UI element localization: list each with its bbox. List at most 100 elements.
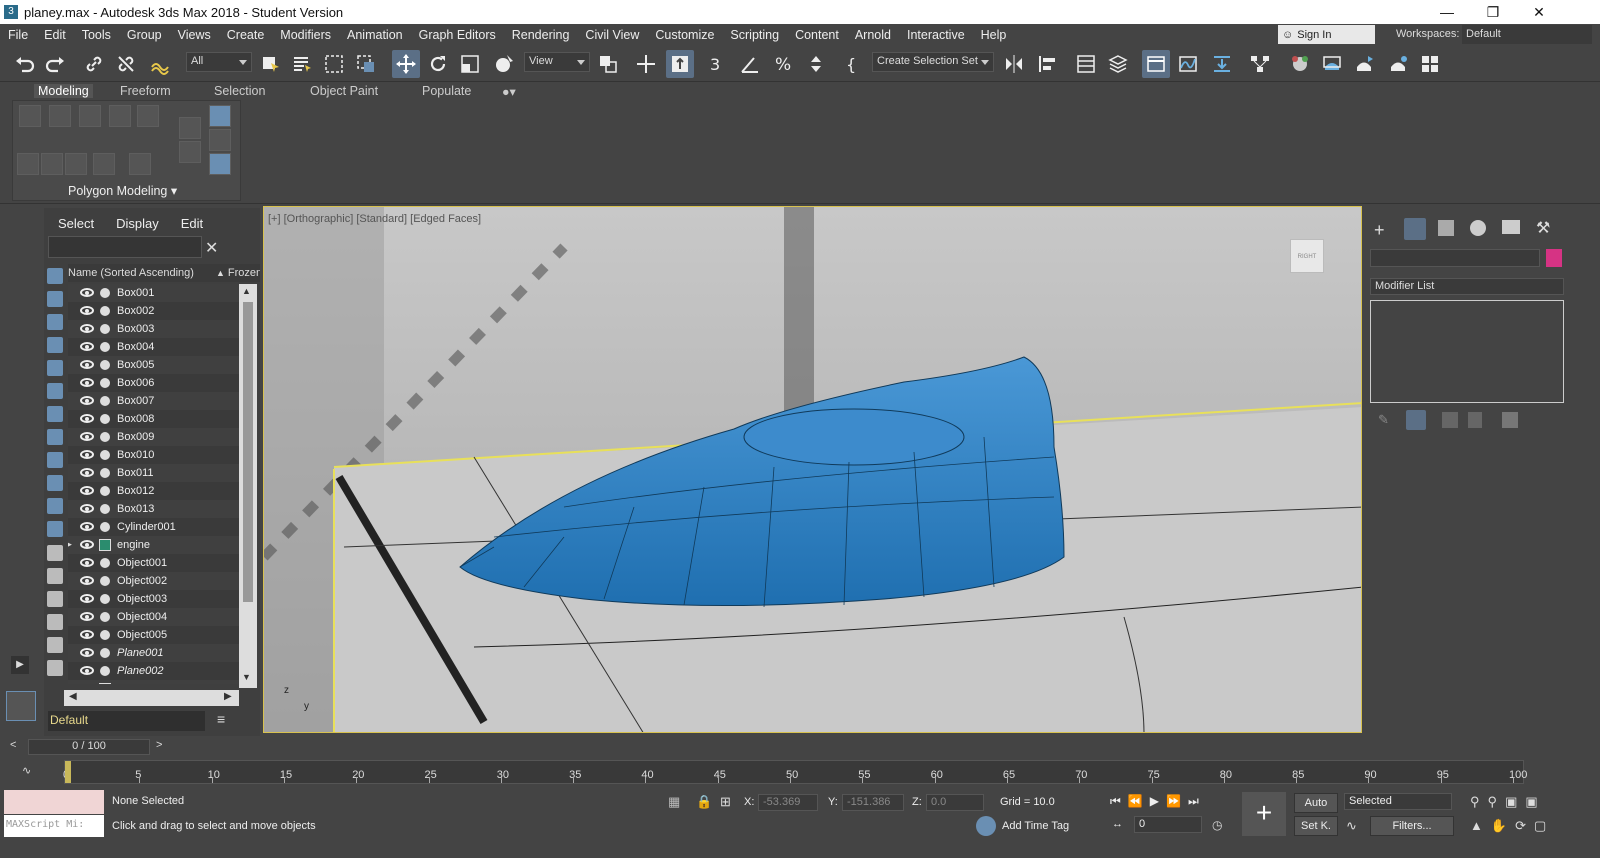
add-time-tag[interactable]: Add Time Tag [1002, 820, 1069, 832]
scroll-left-icon[interactable]: ◀ [69, 691, 77, 702]
menu-rendering[interactable]: Rendering [504, 28, 578, 42]
menu-edit[interactable]: Edit [36, 28, 74, 42]
redo-icon[interactable] [42, 50, 70, 78]
ribbon-btn-14[interactable] [209, 129, 231, 151]
current-time-marker[interactable] [65, 761, 71, 783]
ribbon-btn-8[interactable] [65, 153, 87, 175]
selection-set-dropdown[interactable]: Create Selection Set [872, 52, 994, 72]
x-coordinate-field[interactable]: -53.369 [758, 794, 818, 811]
edit-named-selection-icon[interactable]: { [840, 50, 868, 78]
menu-civil-view[interactable]: Civil View [577, 28, 647, 42]
visibility-eye-icon[interactable] [80, 288, 94, 297]
selection-filter-dropdown[interactable]: All [186, 52, 252, 72]
go-to-end-icon[interactable]: ⏭ [1188, 794, 1206, 808]
scene-list-item[interactable]: Box012 [68, 482, 239, 500]
tab-freeform[interactable]: Freeform [120, 84, 171, 98]
time-slider[interactable]: 0 / 100 [28, 739, 150, 755]
visibility-eye-icon[interactable] [80, 432, 94, 441]
visibility-eye-icon[interactable] [80, 522, 94, 531]
menu-interactive[interactable]: Interactive [899, 28, 973, 42]
render-setup-icon[interactable] [1318, 50, 1346, 78]
clear-search-icon[interactable]: ✕ [205, 238, 218, 258]
current-frame-field[interactable]: 0 [1134, 816, 1202, 833]
key-filter-dropdown[interactable]: Selected [1344, 793, 1452, 810]
name-column-header[interactable]: Name (Sorted Ascending) [68, 267, 216, 279]
play-icon[interactable]: ▶ [1150, 794, 1166, 808]
zoom-icon[interactable]: ⚲ [1470, 794, 1488, 809]
tab-object-paint[interactable]: Object Paint [310, 84, 378, 98]
zoom-all-icon[interactable]: ⚲ [1488, 794, 1506, 809]
select-and-rotate-icon[interactable] [424, 50, 452, 78]
ribbon-btn-1[interactable] [19, 105, 41, 127]
display-cameras-icon[interactable] [47, 360, 63, 376]
restore-button[interactable]: ❐ [1470, 0, 1516, 24]
manipulate-icon[interactable] [632, 50, 660, 78]
display-containers-icon[interactable] [47, 498, 63, 514]
filter-icon[interactable] [47, 637, 63, 653]
visibility-eye-icon[interactable] [80, 540, 94, 549]
configure-modifier-sets-icon[interactable] [1502, 412, 1518, 428]
se-menu-display[interactable]: Display [116, 216, 159, 234]
set-key-button[interactable]: Set K. [1294, 816, 1338, 836]
polygon-modeling-label[interactable]: Polygon Modeling ▾ [68, 183, 177, 198]
keyboard-shortcut-toggle-icon[interactable] [666, 50, 694, 78]
next-key-icon[interactable]: ⏩ [1166, 794, 1188, 808]
viewport-label[interactable]: [+] [Orthographic] [Standard] [Edged Fac… [268, 213, 481, 225]
pin-stack-icon[interactable]: ✎ [1378, 412, 1389, 428]
scene-list-item[interactable]: Box006 [68, 374, 239, 392]
frozen-column-header[interactable]: Frozen [228, 267, 260, 279]
absolute-mode-icon[interactable]: ⊞ [720, 794, 731, 810]
scene-list-item[interactable]: Box008 [68, 410, 239, 428]
go-to-start-icon[interactable]: ⏮ [1110, 794, 1128, 808]
z-coordinate-field[interactable]: 0.0 [926, 794, 984, 811]
maxscript-mini-listener[interactable]: MAXScript Mi: [4, 815, 104, 837]
scene-list-item[interactable]: Box010 [68, 446, 239, 464]
remove-modifier-icon[interactable] [1468, 412, 1482, 428]
scene-list-vscrollbar[interactable]: ▲ ▼ [239, 284, 257, 688]
display-none-icon[interactable] [47, 268, 63, 284]
ribbon-btn-3[interactable] [79, 105, 101, 127]
angle-snap-icon[interactable] [736, 50, 764, 78]
window-crossing-icon[interactable] [352, 50, 380, 78]
utilities-tab-icon[interactable]: ⚒ [1536, 218, 1550, 238]
time-tag-icon[interactable] [976, 816, 996, 836]
y-coordinate-field[interactable]: -151.386 [842, 794, 904, 811]
menu-tools[interactable]: Tools [74, 28, 119, 42]
make-unique-icon[interactable] [1442, 412, 1458, 428]
display-helpers-icon[interactable] [47, 383, 63, 399]
set-key-big-icon[interactable]: + [1242, 792, 1286, 836]
rendered-frame-window-icon[interactable] [1350, 50, 1378, 78]
tab-modeling[interactable]: Modeling [34, 84, 93, 98]
scene-list-item[interactable]: Box002 [68, 302, 239, 320]
ribbon-btn-4[interactable] [109, 105, 131, 127]
key-mode-icon[interactable]: ↔ [1112, 818, 1123, 830]
toggle-ribbon-icon[interactable] [1142, 50, 1170, 78]
viewcube[interactable]: RIGHT [1290, 239, 1324, 273]
ribbon-btn-11[interactable] [179, 117, 201, 139]
minimize-button[interactable]: — [1424, 0, 1470, 24]
modifier-list-dropdown[interactable]: Modifier List [1370, 278, 1564, 295]
ribbon-btn-15[interactable] [209, 153, 231, 175]
zoom-extents-icon[interactable]: ▣ [1505, 794, 1525, 809]
sort-ascending-icon[interactable]: ▲ [216, 268, 225, 278]
visibility-eye-icon[interactable] [80, 648, 94, 657]
menu-create[interactable]: Create [219, 28, 273, 42]
object-color-swatch[interactable] [1546, 249, 1562, 267]
perspective-viewport[interactable]: [+] [Orthographic] [Standard] [Edged Fac… [263, 206, 1362, 733]
scene-list-item[interactable]: ▶ engine [68, 536, 239, 554]
display-children-icon[interactable] [47, 660, 63, 676]
menu-scripting[interactable]: Scripting [722, 28, 787, 42]
material-editor-icon[interactable] [1286, 50, 1314, 78]
menu-help[interactable]: Help [973, 28, 1015, 42]
undo-icon[interactable] [10, 50, 38, 78]
next-frame-icon[interactable]: > [156, 739, 162, 751]
menu-modifiers[interactable]: Modifiers [272, 28, 339, 42]
select-and-place-icon[interactable] [490, 50, 518, 78]
align-icon[interactable] [1034, 50, 1062, 78]
object-name-field[interactable] [1370, 249, 1540, 267]
menu-content[interactable]: Content [787, 28, 847, 42]
visibility-eye-icon[interactable] [80, 306, 94, 315]
scene-list-item[interactable]: Box005 [68, 356, 239, 374]
visibility-eye-icon[interactable] [80, 486, 94, 495]
expand-arrow-icon[interactable]: ▶ [68, 683, 72, 684]
